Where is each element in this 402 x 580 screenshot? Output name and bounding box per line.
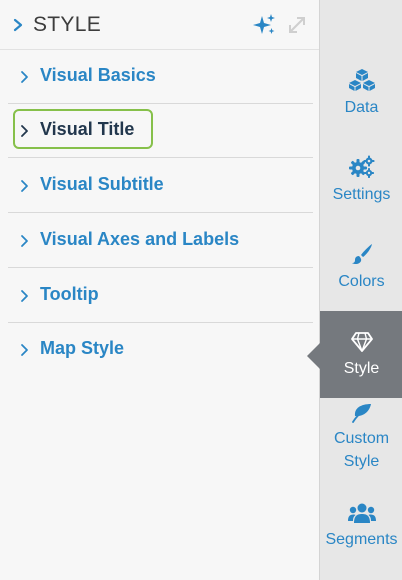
chevron-right-icon [21, 235, 28, 247]
expand-icon[interactable] [286, 14, 308, 36]
nav-item-data[interactable]: Data [320, 68, 402, 119]
nav-item-colors[interactable]: Colors [320, 242, 402, 293]
nav-label: Data [344, 99, 379, 116]
users-icon [347, 503, 376, 523]
nav-label-line1: Custom [333, 430, 390, 447]
section-label: Tooltip [40, 284, 99, 304]
nav-item-custom-style[interactable]: Custom Style [320, 403, 402, 473]
sparkle-icon[interactable] [252, 13, 276, 37]
chevron-right-icon [21, 180, 28, 192]
leaf-icon [351, 404, 371, 423]
nav-label-line2: Style [343, 453, 380, 470]
section-map-style[interactable]: Map Style [8, 323, 313, 377]
section-visual-subtitle[interactable]: Visual Subtitle [8, 159, 313, 213]
cogs-icon [348, 155, 374, 178]
section-visual-basics[interactable]: Visual Basics [8, 50, 313, 104]
section-visual-title[interactable]: Visual Title [8, 104, 313, 158]
section-tooltip[interactable]: Tooltip [8, 269, 313, 323]
nav-item-style[interactable]: Style [320, 311, 402, 398]
chevron-right-icon [21, 344, 28, 356]
nav-label: Style [343, 360, 380, 377]
panel-header: STYLE [0, 0, 319, 50]
chevron-right-icon[interactable] [11, 14, 25, 36]
nav-label: Settings [332, 186, 391, 203]
diamond-icon [350, 332, 373, 352]
chevron-right-icon [21, 71, 28, 83]
section-label: Visual Axes and Labels [40, 229, 240, 249]
nav-label: Segments [325, 531, 398, 548]
style-panel: STYLE Visual Basics Visual Title Visual … [0, 0, 319, 580]
section-label: Map Style [40, 338, 125, 358]
nav-label: Colors [338, 273, 385, 290]
active-tab-pointer [307, 343, 320, 369]
chevron-right-icon [21, 290, 28, 302]
nav-item-segments[interactable]: Segments [320, 502, 402, 551]
section-label: Visual Basics [40, 65, 156, 85]
nav-item-settings[interactable]: Settings [320, 155, 402, 206]
paint-brush-icon [351, 244, 372, 265]
side-nav: Data Settings Colors Style Custom Style … [319, 0, 402, 580]
panel-title: STYLE [33, 13, 102, 36]
section-visual-axes-and-labels[interactable]: Visual Axes and Labels [8, 214, 313, 268]
section-label: Visual Subtitle [40, 174, 164, 194]
section-label: Visual Title [40, 119, 135, 139]
chevron-right-icon [21, 125, 28, 137]
cubes-icon [348, 69, 375, 91]
